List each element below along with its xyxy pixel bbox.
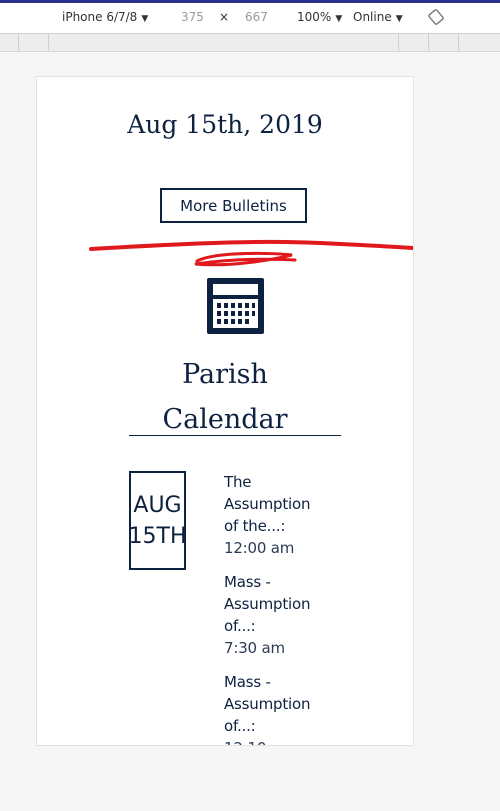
network-throttle-select[interactable]: Online ▼ xyxy=(353,10,403,24)
event-time: 7:30 am xyxy=(224,639,285,657)
event-title-line[interactable]: Mass - xyxy=(224,571,344,593)
more-bulletins-button[interactable]: More Bulletins xyxy=(160,188,307,223)
date-badge: AUG 15TH xyxy=(128,471,187,570)
section-title: Parish Calendar xyxy=(37,352,413,442)
event-title-line[interactable]: of...: xyxy=(224,715,344,737)
bulletin-date: Aug 15th, 2019 xyxy=(127,110,323,139)
height-input[interactable]: 667 xyxy=(245,10,268,24)
chevron-down-icon: ▼ xyxy=(395,14,403,24)
device-select[interactable]: iPhone 6/7/8 ▼ xyxy=(62,10,148,24)
date-month: AUG xyxy=(133,492,182,518)
chevron-down-icon: ▼ xyxy=(335,14,343,24)
zoom-select[interactable]: 100% ▼ xyxy=(297,10,342,24)
event-item[interactable]: Mass - Assumption of...: 12:10 xyxy=(224,671,344,745)
event-title-line[interactable]: Assumption xyxy=(224,593,344,615)
event-title-line[interactable]: Assumption xyxy=(224,493,344,515)
event-time: 12:00 am xyxy=(224,539,295,557)
section-title-line1: Parish xyxy=(182,359,268,390)
event-list: The Assumption of the...: 12:00 am Mass … xyxy=(224,471,344,745)
event-title-line[interactable]: The xyxy=(224,471,344,493)
width-input[interactable]: 375 xyxy=(181,10,204,24)
device-toolbar: iPhone 6/7/8 ▼ 375 × 667 100% ▼ Online ▼ xyxy=(0,3,500,34)
media-query-ruler[interactable] xyxy=(0,34,500,52)
event-time: 12:10 xyxy=(224,737,344,745)
red-scribble-annotation xyxy=(89,239,413,267)
dimension-separator: × xyxy=(219,10,230,24)
event-item[interactable]: The Assumption of the...: 12:00 am xyxy=(224,471,344,559)
date-day: 15TH xyxy=(128,523,187,549)
event-title-line[interactable]: of...: xyxy=(224,615,344,637)
calendar-icon xyxy=(207,278,264,334)
event-title-line[interactable]: Assumption xyxy=(224,693,344,715)
device-viewport: Aug 15th, 2019 More Bulletins Parish Cal… xyxy=(36,76,414,746)
rotate-icon[interactable] xyxy=(428,9,444,25)
title-divider xyxy=(129,435,341,436)
chevron-down-icon: ▼ xyxy=(141,14,149,24)
event-item[interactable]: Mass - Assumption of...: 7:30 am xyxy=(224,571,344,659)
event-title-line[interactable]: of the...: xyxy=(224,515,344,537)
event-title-line[interactable]: Mass - xyxy=(224,671,344,693)
